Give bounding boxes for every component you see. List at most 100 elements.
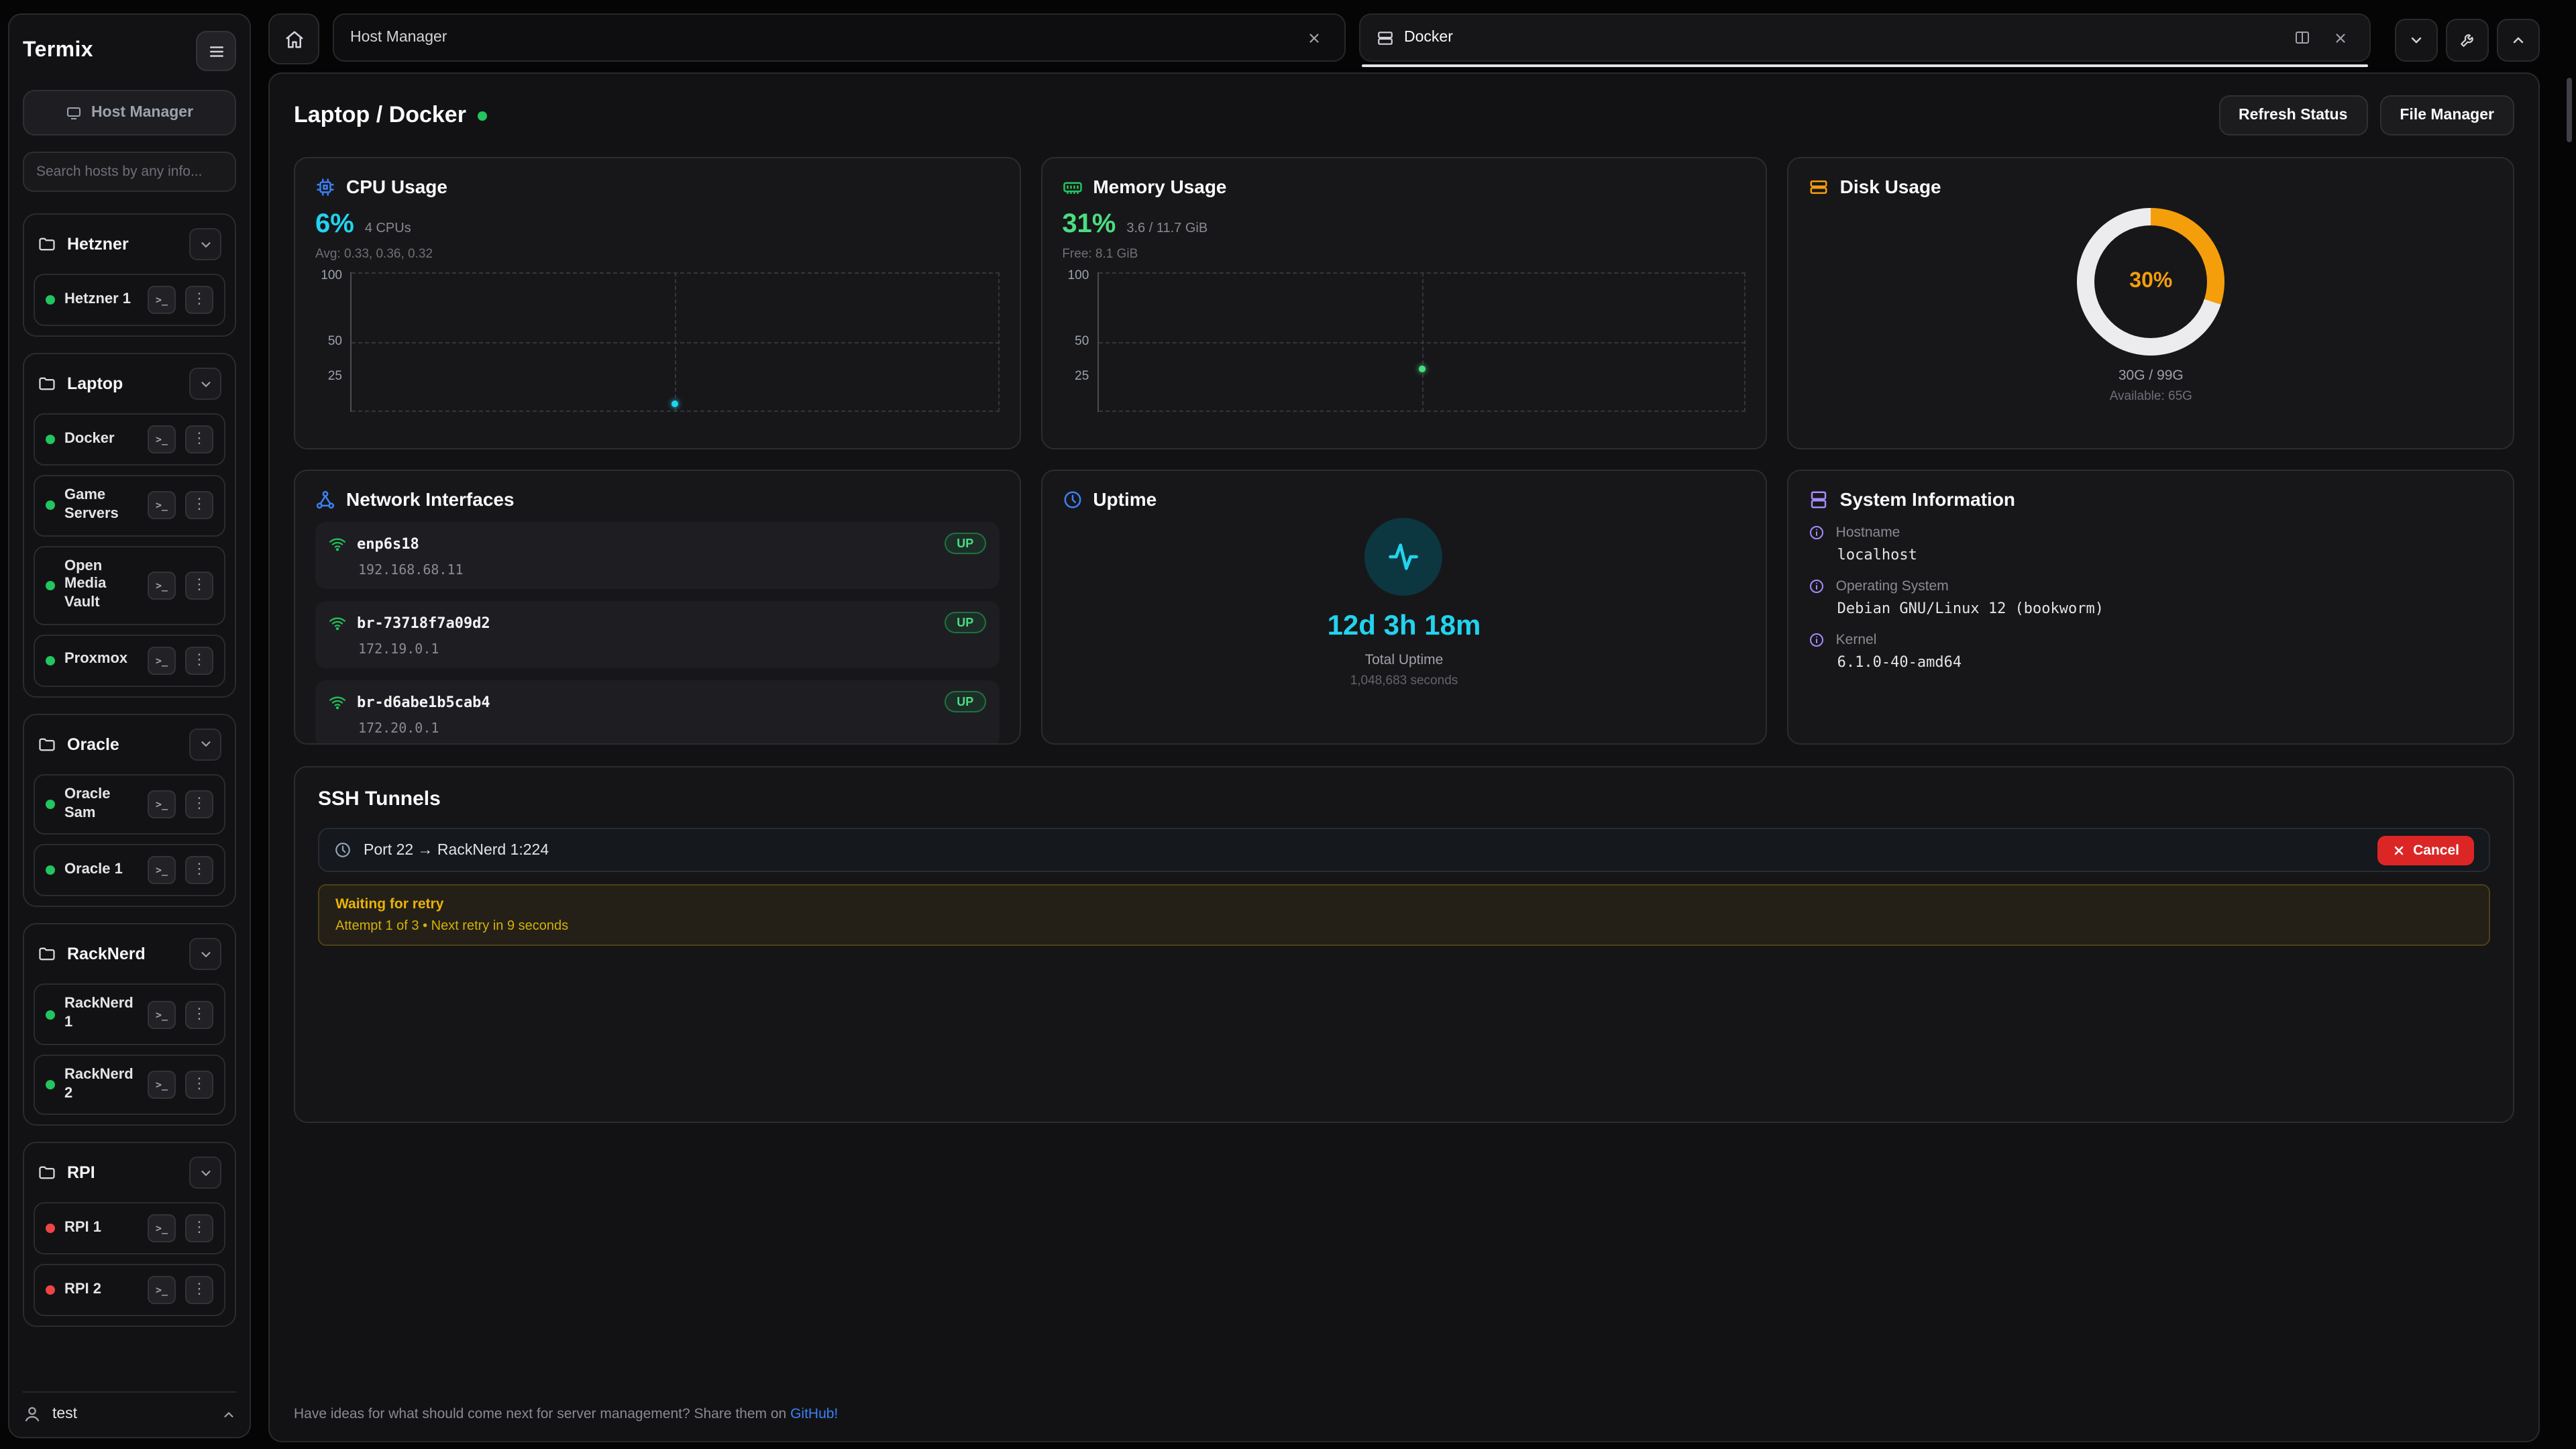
topbar: Host Manager Docker (268, 13, 2540, 62)
interface-name: br-d6abe1b5cab4 (357, 693, 934, 710)
group-collapse-button[interactable] (189, 938, 221, 971)
hamburger-icon (207, 42, 225, 60)
terminal-icon: >_ (156, 294, 168, 306)
app-window: Termix Host Manager Hetzner Hetzner 1 (0, 0, 2576, 1449)
host-menu-button[interactable]: ⋮ (185, 1000, 213, 1028)
host-terminal-button[interactable]: >_ (148, 647, 176, 675)
sidebar-menu-button[interactable] (196, 31, 236, 71)
field-label: Operating System (1836, 578, 1949, 594)
host-terminal-button[interactable]: >_ (148, 857, 176, 885)
host-item[interactable]: RPI 2 >_ ⋮ (34, 1265, 225, 1317)
tab-host-manager[interactable]: Host Manager (333, 13, 1345, 62)
uptime-value: 12d 3h 18m (1328, 610, 1481, 643)
kebab-icon: ⋮ (192, 498, 207, 513)
interface-status-badge: UP (945, 691, 985, 712)
host-terminal-button[interactable]: >_ (148, 1071, 176, 1099)
folder-icon (38, 735, 56, 754)
host-item[interactable]: Game Servers >_ ⋮ (34, 475, 225, 536)
chevron-up-icon (2510, 32, 2526, 48)
host-menu-button[interactable]: ⋮ (185, 425, 213, 453)
host-terminal-button[interactable]: >_ (148, 1215, 176, 1243)
memory-usage-card: Memory Usage 31% 3.6 / 11.7 GiB Free: 8.… (1040, 157, 1767, 449)
group-collapse-button[interactable] (189, 1157, 221, 1189)
user-icon (23, 1405, 42, 1424)
tab-close-button[interactable] (2326, 24, 2353, 51)
cpu-data-point (672, 400, 679, 407)
host-item[interactable]: Open Media Vault >_ ⋮ (34, 545, 225, 625)
host-menu-button[interactable]: ⋮ (185, 1277, 213, 1305)
terminal-icon: >_ (156, 1079, 168, 1091)
activity-icon (1387, 539, 1421, 574)
host-menu-button[interactable]: ⋮ (185, 286, 213, 314)
wifi-icon (329, 614, 346, 631)
warning-detail: Attempt 1 of 3 • Next retry in 9 seconds (335, 919, 2473, 934)
expand-panel-button[interactable] (2497, 18, 2540, 61)
host-menu-button[interactable]: ⋮ (185, 492, 213, 520)
search-input[interactable] (23, 152, 236, 192)
host-menu-button[interactable]: ⋮ (185, 790, 213, 818)
user-menu[interactable]: test (23, 1391, 236, 1424)
scrollbar[interactable] (2567, 78, 2572, 142)
terminal-icon: >_ (156, 865, 168, 877)
group-collapse-button[interactable] (189, 729, 221, 761)
host-groups-list: Hetzner Hetzner 1 >_ ⋮ Laptop (23, 197, 236, 1381)
tab-docker[interactable]: Docker (1358, 13, 2371, 62)
host-menu-button[interactable]: ⋮ (185, 647, 213, 675)
host-terminal-button[interactable]: >_ (148, 1000, 176, 1028)
host-status-dot (46, 580, 55, 590)
close-icon (2392, 843, 2405, 857)
group-collapse-button[interactable] (189, 228, 221, 260)
group-header[interactable]: RPI (34, 1153, 225, 1193)
host-menu-button[interactable]: ⋮ (185, 1071, 213, 1099)
host-menu-button[interactable]: ⋮ (185, 857, 213, 885)
host-terminal-button[interactable]: >_ (148, 790, 176, 818)
host-terminal-button[interactable]: >_ (148, 1277, 176, 1305)
github-link[interactable]: GitHub! (790, 1406, 838, 1422)
interface-ip: 192.168.68.11 (329, 564, 985, 578)
host-terminal-button[interactable]: >_ (148, 286, 176, 314)
footer-text: Have ideas for what should come next for… (294, 1406, 790, 1422)
host-item[interactable]: Docker >_ ⋮ (34, 413, 225, 466)
split-view-button[interactable] (2289, 24, 2316, 51)
collapse-panel-button[interactable] (2395, 18, 2438, 61)
topbar-controls (2395, 13, 2540, 62)
host-item[interactable]: Oracle 1 >_ ⋮ (34, 845, 225, 897)
group-label: Oracle (67, 735, 178, 754)
host-manager-button[interactable]: Host Manager (23, 90, 236, 136)
host-status-dot (46, 800, 55, 809)
host-menu-button[interactable]: ⋮ (185, 1215, 213, 1243)
host-terminal-button[interactable]: >_ (148, 425, 176, 453)
host-item[interactable]: RackNerd 1 >_ ⋮ (34, 984, 225, 1045)
host-item[interactable]: RackNerd 2 >_ ⋮ (34, 1055, 225, 1116)
footer-note: Have ideas for what should come next for… (294, 1406, 2514, 1422)
disk-usage-card: Disk Usage 30% 30G / 99G Available: 65G (1788, 157, 2514, 449)
host-item[interactable]: Proxmox >_ ⋮ (34, 635, 225, 687)
host-status-dot (46, 1080, 55, 1089)
disk-usage-text: 30G / 99G (2118, 368, 2184, 384)
memory-percent: 31% (1062, 209, 1116, 240)
home-button[interactable] (268, 13, 319, 64)
tunnel-cancel-button[interactable]: Cancel (2377, 835, 2474, 865)
refresh-status-button[interactable]: Refresh Status (2218, 95, 2367, 136)
group-collapse-button[interactable] (189, 368, 221, 400)
host-item[interactable]: Hetzner 1 >_ ⋮ (34, 274, 225, 326)
group-header[interactable]: Oracle (34, 724, 225, 765)
host-terminal-button[interactable]: >_ (148, 571, 176, 599)
warning-title: Waiting for retry (335, 896, 2473, 912)
host-name: RPI 2 (64, 1281, 138, 1300)
host-terminal-button[interactable]: >_ (148, 492, 176, 520)
host-status-dot (46, 435, 55, 444)
tools-button[interactable] (2446, 18, 2489, 61)
file-manager-button[interactable]: File Manager (2379, 95, 2514, 136)
group-header[interactable]: RackNerd (34, 934, 225, 975)
group-header[interactable]: Hetzner (34, 224, 225, 264)
host-group-racknerd: RackNerd RackNerd 1 >_ ⋮ RackNerd 2 >_ ⋮ (23, 924, 236, 1126)
host-name: Hetzner 1 (64, 290, 138, 309)
group-header[interactable]: Laptop (34, 364, 225, 404)
page-header: Laptop / Docker Refresh Status File Mana… (294, 95, 2514, 136)
network-interface-row: enp6s18 UP 192.168.68.11 (315, 522, 999, 589)
host-item[interactable]: Oracle Sam >_ ⋮ (34, 774, 225, 835)
host-item[interactable]: RPI 1 >_ ⋮ (34, 1203, 225, 1255)
tab-close-button[interactable] (1301, 24, 1328, 51)
host-menu-button[interactable]: ⋮ (185, 571, 213, 599)
